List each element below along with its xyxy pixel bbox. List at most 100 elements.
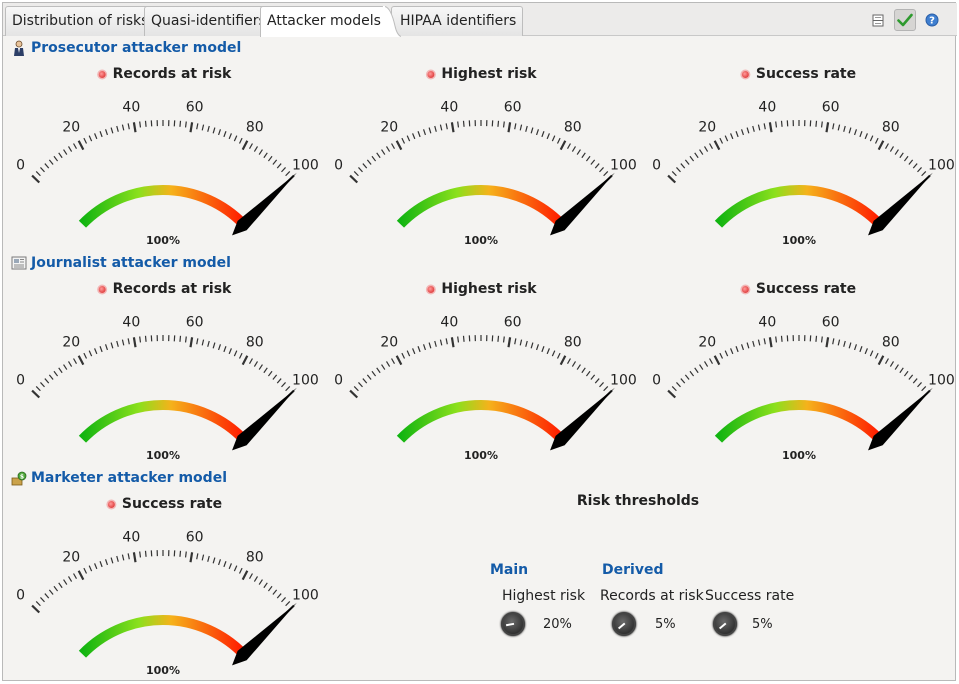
- gauge-tick-label: 100: [292, 157, 319, 173]
- gauge-minor-tick: [127, 123, 130, 130]
- gauge-tick-label: 80: [246, 550, 264, 566]
- gauge-minor-tick: [820, 336, 823, 343]
- gauge-minor-tick: [917, 382, 922, 388]
- gauge-tick-label: 40: [758, 100, 776, 116]
- gauge-minor-tick: [903, 155, 909, 162]
- highest-risk-threshold-knob[interactable]: [501, 612, 525, 636]
- gauge-minor-tick: [730, 348, 734, 355]
- gauge-minor-tick: [212, 342, 216, 349]
- records-at-risk-threshold-knob[interactable]: [612, 612, 636, 636]
- gauge-tick-label: 100: [928, 372, 955, 388]
- gauge-minor-tick: [35, 386, 41, 392]
- gauge-tick-label: 80: [882, 120, 900, 136]
- gauge-minor-tick: [775, 121, 778, 128]
- gauge-minor-tick: [514, 123, 517, 130]
- gauge-minor-tick: [179, 335, 182, 342]
- highest-risk-threshold-value: 20%: [543, 617, 572, 632]
- gauge-minor-tick: [848, 342, 852, 349]
- gauge-tick-label: 80: [882, 335, 900, 351]
- checkmark-icon: [897, 13, 913, 27]
- gauge-minor-tick: [217, 129, 222, 136]
- gauge-minor-tick: [99, 346, 103, 353]
- gauge-major-tick: [349, 174, 359, 184]
- gauge-minor-tick: [406, 135, 411, 142]
- gauge-minor-tick: [671, 386, 677, 392]
- gauge-minor-tick: [385, 361, 391, 367]
- risk-thresholds-title: Risk thresholds: [576, 493, 700, 509]
- gauge-tick-label: 60: [504, 315, 522, 331]
- gauge-tick-label: 20: [698, 335, 716, 351]
- gauge-label: Highest risk: [427, 281, 537, 297]
- gauge-major-tick: [132, 122, 137, 133]
- tab-distribution-of-risks[interactable]: Distribution of risks: [5, 6, 156, 36]
- gauge-minor-tick: [217, 344, 222, 351]
- gauge-minor-tick: [391, 358, 396, 365]
- gauge-minor-tick: [757, 124, 761, 131]
- gauge-minor-tick: [63, 149, 68, 155]
- gauge-minor-tick: [889, 361, 895, 367]
- gauge-value-text: 100%: [146, 234, 180, 247]
- tab-hipaa-identifiers[interactable]: HIPAA identifiers: [391, 6, 524, 36]
- gauge-minor-tick: [58, 582, 63, 589]
- tab-quasi-identifiers[interactable]: Quasi-identifiers: [144, 6, 273, 36]
- tab-attacker-models[interactable]: Attacker models: [260, 6, 385, 37]
- gauge-color-arc: [396, 185, 566, 228]
- gauge-minor-tick: [48, 589, 54, 595]
- gauge-minor-tick: [535, 129, 540, 136]
- gauge-minor-tick: [571, 146, 577, 152]
- gauge-major-tick: [667, 174, 677, 184]
- split-view-button[interactable]: [867, 9, 889, 31]
- gauge-minor-tick: [719, 137, 724, 144]
- gauge-tick-label: 0: [16, 587, 25, 603]
- gauge-minor-tick: [139, 336, 142, 343]
- gauge-label: Success rate: [741, 281, 856, 297]
- gauge-minor-tick: [94, 348, 98, 355]
- gauge-minor-tick: [417, 131, 421, 138]
- status-led-icon: [741, 285, 749, 293]
- help-button[interactable]: ?: [921, 9, 943, 31]
- apply-button[interactable]: [894, 9, 916, 31]
- gauge-minor-tick: [576, 149, 581, 155]
- gauge-minor-tick: [581, 367, 586, 374]
- gauge-minor-tick: [83, 567, 88, 574]
- gauge-minor-tick: [874, 137, 879, 144]
- gauge-minor-tick: [581, 152, 586, 159]
- gauge-major-tick: [395, 355, 403, 366]
- gauge-minor-tick: [121, 339, 125, 346]
- gauge-minor-tick: [576, 364, 581, 370]
- gauge-minor-tick: [362, 163, 368, 169]
- gauge-minor-tick: [921, 171, 927, 177]
- gauge-minor-tick: [908, 374, 914, 380]
- gauge-minor-tick: [40, 382, 45, 388]
- success-rate-threshold-knob[interactable]: [713, 612, 737, 636]
- gauge-minor-tick: [590, 374, 596, 380]
- gauge-minor-tick: [594, 378, 600, 384]
- gauge-minor-tick: [63, 364, 68, 370]
- gauge-major-tick: [559, 140, 567, 151]
- gauge-minor-tick: [285, 386, 291, 392]
- gauge-minor-tick: [412, 133, 416, 140]
- gauge-minor-tick: [201, 339, 205, 346]
- gauge-minor-tick: [566, 143, 571, 150]
- gauge-color-arc: [714, 400, 884, 443]
- gauge-minor-tick: [422, 129, 427, 136]
- gauge-tick-label: 60: [822, 315, 840, 331]
- gauge-minor-tick: [88, 565, 93, 572]
- gauge-minor-tick: [44, 163, 50, 169]
- split-view-icon: [872, 14, 884, 26]
- gauge-minor-tick: [99, 561, 103, 568]
- gauge-tick-label: 100: [610, 157, 637, 173]
- gauge-minor-tick: [238, 137, 243, 144]
- gauge-minor-tick: [757, 339, 761, 346]
- gauge-minor-tick: [376, 152, 381, 159]
- gauge-minor-tick: [207, 555, 210, 562]
- gauge-minor-tick: [848, 127, 852, 134]
- gauge-minor-tick: [371, 370, 377, 377]
- gauge-minor-tick: [899, 152, 904, 159]
- section-title-marketer: $ Marketer attacker model: [11, 470, 227, 486]
- gauge-minor-tick: [525, 125, 528, 132]
- gauge-minor-tick: [889, 146, 895, 152]
- gauge-minor-tick: [752, 340, 755, 347]
- gauge-minor-tick: [233, 350, 238, 357]
- gauge-tick-label: 80: [246, 335, 264, 351]
